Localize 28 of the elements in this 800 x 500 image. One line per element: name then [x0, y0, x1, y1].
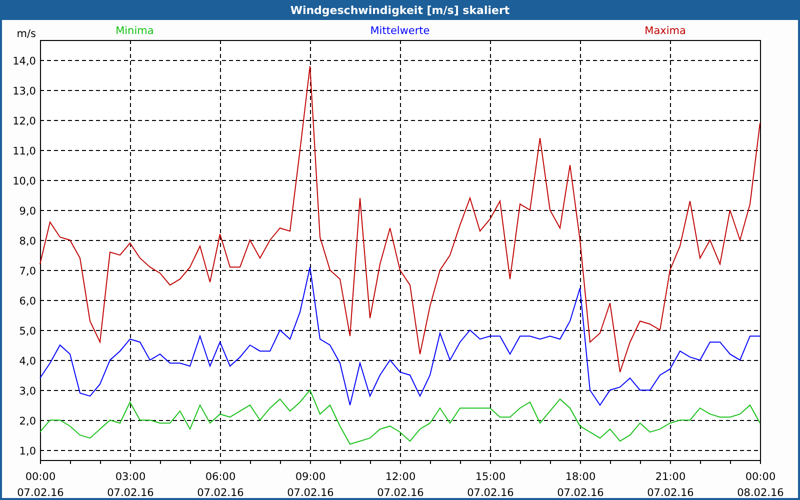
axis-tick-label: 18:00 07.02.16: [557, 471, 604, 498]
axis-tick-label: 11,0: [12, 146, 36, 158]
axis-tick-label: 4,0: [19, 356, 36, 368]
axis-tick-label: 10,0: [12, 176, 36, 188]
legend-label: Minima: [116, 25, 154, 37]
axis-tick-label: 15:00 07.02.16: [467, 471, 514, 498]
axis-tick-label: 03:00 07.02.16: [107, 471, 154, 498]
legend-label: Mittelwerte: [370, 25, 430, 37]
axis-tick-label: 13,0: [12, 86, 36, 98]
axis-tick-label: 12:00 07.02.16: [377, 471, 424, 498]
axis-tick-label: 00:00 08.02.16: [737, 471, 784, 498]
axis-tick-label: 1,0: [19, 446, 36, 458]
axis-tick-label: 7,0: [19, 266, 36, 278]
legend-label: Maxima: [644, 25, 686, 37]
axis-tick-label: 8,0: [19, 236, 36, 248]
axis-tick-label: 5,0: [19, 326, 36, 338]
axis-tick-label: 00:00 07.02.16: [17, 471, 64, 498]
axis-tick-label: 9,0: [19, 206, 36, 218]
axis-tick-label: 09:00 07.02.16: [287, 471, 334, 498]
axis-tick-label: 6,0: [19, 296, 36, 308]
axis-tick-label: 2,0: [19, 416, 36, 428]
window-title: Windgeschwindigkeit [m/s] skaliert: [2, 0, 798, 20]
axis-unit-label: m/s: [16, 28, 36, 40]
axis-tick-label: 3,0: [19, 386, 36, 398]
axis-tick-label: 21:00 07.02.16: [647, 471, 694, 498]
axis-tick-label: 14,0: [12, 56, 36, 68]
axis-tick-label: 12,0: [12, 116, 36, 128]
axis-tick-label: 06:00 07.02.16: [197, 471, 244, 498]
